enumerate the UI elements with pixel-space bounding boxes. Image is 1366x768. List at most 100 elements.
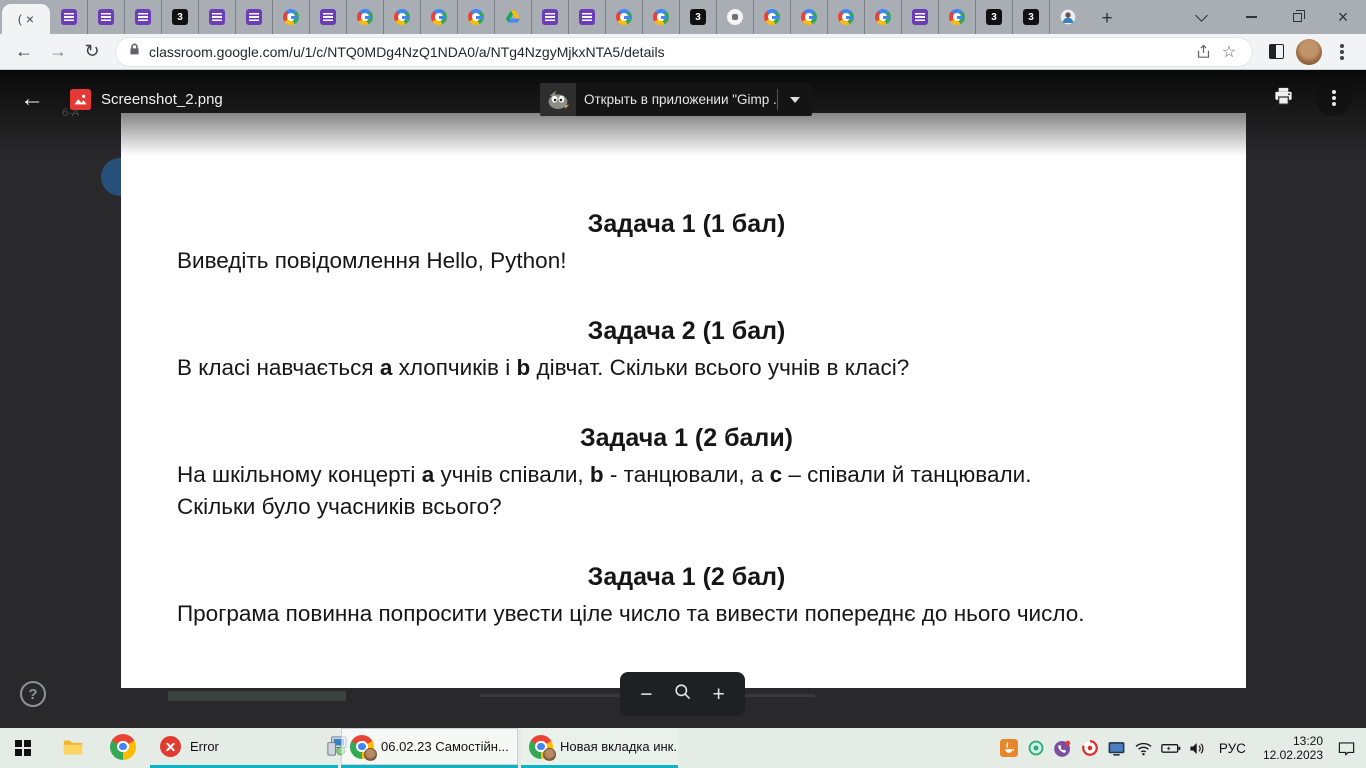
back-arrow-button[interactable]: ←	[20, 87, 44, 111]
profile-avatar[interactable]	[1296, 38, 1322, 65]
task-body: Програма повинна попросити увести ціле ч…	[177, 598, 1196, 630]
close-window-button[interactable]: ×	[1320, 0, 1366, 34]
bookmark-star-icon[interactable]: ☆	[1216, 39, 1242, 65]
help-button[interactable]: ?	[20, 681, 46, 707]
zoom-toolbar: − +	[620, 672, 745, 716]
google-tab-favicon	[283, 9, 299, 25]
browser-tab[interactable]	[457, 0, 494, 34]
language-indicator[interactable]: РУС	[1215, 741, 1250, 756]
side-panel-icon	[1268, 44, 1284, 59]
forward-button[interactable]: →	[44, 38, 72, 66]
share-button[interactable]	[1190, 39, 1216, 65]
browser-toolbar: ← → ↻ classroom.google.com/u/1/c/NTQ0MDg…	[0, 34, 1366, 70]
browser-tab[interactable]	[901, 0, 938, 34]
zoom-in-button[interactable]: +	[712, 684, 724, 705]
browser-tab[interactable]	[568, 0, 605, 34]
browser-tab[interactable]	[124, 0, 161, 34]
battery-icon[interactable]	[1161, 738, 1181, 758]
action-center-button[interactable]	[1336, 738, 1356, 758]
chrome-button[interactable]	[102, 728, 144, 765]
chevron-down-icon	[1194, 8, 1208, 22]
google-tab-favicon	[616, 9, 632, 25]
browser-tab[interactable]: 3	[1012, 0, 1049, 34]
active-tab[interactable]: ( ×	[2, 4, 50, 34]
browser-tab[interactable]	[790, 0, 827, 34]
task-text-run: – співали й танцювали.	[782, 462, 1032, 487]
reload-button[interactable]: ↻	[78, 38, 106, 66]
tab-search-button[interactable]	[1182, 0, 1228, 34]
browser-tab[interactable]	[420, 0, 457, 34]
browser-tab[interactable]	[753, 0, 790, 34]
chrome-window-1-button[interactable]: 06.02.23 Самостійн...	[341, 728, 518, 765]
browser-tab[interactable]	[235, 0, 272, 34]
browser-tab[interactable]	[272, 0, 309, 34]
site-tab-favicon	[727, 9, 743, 25]
close-tab-icon[interactable]: ×	[26, 12, 34, 26]
gimp-app-icon	[540, 83, 576, 116]
pinned-tabs-container: 3 3 3 3	[50, 0, 1086, 34]
antivirus-icon[interactable]	[1026, 738, 1046, 758]
minimize-button[interactable]	[1228, 0, 1274, 34]
chrome-window-2-label: Новая вкладка инк...	[560, 739, 678, 754]
browser-tab[interactable]: 3	[975, 0, 1012, 34]
browser-tab[interactable]	[716, 0, 753, 34]
new-tab-button[interactable]: +	[1092, 4, 1122, 34]
browser-tab[interactable]	[938, 0, 975, 34]
browser-tab[interactable]	[346, 0, 383, 34]
browser-tab[interactable]	[642, 0, 679, 34]
google-tab-favicon	[764, 9, 780, 25]
tray-icons	[999, 738, 1208, 758]
browser-tab[interactable]	[50, 0, 87, 34]
profile-mini-avatar	[364, 747, 377, 761]
print-button[interactable]	[1272, 85, 1295, 113]
back-button[interactable]: ←	[10, 38, 38, 66]
wifi-icon[interactable]	[1134, 738, 1154, 758]
java-icon[interactable]	[999, 738, 1019, 758]
google-tab-favicon	[875, 9, 891, 25]
browser-tab[interactable]: 3	[161, 0, 198, 34]
browser-tab[interactable]: 3	[679, 0, 716, 34]
chrome-window-2-button[interactable]: Новая вкладка инк...	[521, 728, 678, 765]
browser-tab[interactable]	[864, 0, 901, 34]
google-tab-favicon	[949, 9, 965, 25]
close-icon: ×	[1337, 7, 1349, 27]
browser-tab[interactable]	[827, 0, 864, 34]
restore-button[interactable]	[1274, 0, 1320, 34]
task-text-run: дівчат. Скільки всього учнів в класі?	[530, 355, 910, 380]
browser-tab[interactable]	[198, 0, 235, 34]
browser-tab[interactable]	[87, 0, 124, 34]
start-button[interactable]	[0, 728, 46, 768]
task-title: Задача 1 (1 бал)	[587, 210, 786, 238]
system-tray: РУС 13:20 12.02.2023	[999, 728, 1366, 768]
side-panel-button[interactable]	[1262, 38, 1290, 66]
clock[interactable]: 13:20 12.02.2023	[1257, 734, 1329, 762]
minimize-icon	[1245, 16, 1257, 18]
browser-tab[interactable]	[494, 0, 531, 34]
dimmed-background-row	[168, 691, 346, 701]
file-explorer-button[interactable]	[52, 728, 94, 765]
zoom-out-button[interactable]: −	[640, 684, 652, 705]
browser-tab[interactable]	[309, 0, 346, 34]
browser-tab[interactable]	[605, 0, 642, 34]
open-with-dropdown[interactable]	[778, 96, 812, 103]
browser-menu-button[interactable]	[1328, 38, 1356, 66]
error-window-button[interactable]: Error	[150, 728, 318, 765]
display-settings-icon[interactable]	[1107, 738, 1127, 758]
forms-tab-favicon	[912, 9, 928, 25]
numbered-tab-favicon: 3	[986, 9, 1002, 25]
browser-ring-icon[interactable]	[1080, 738, 1100, 758]
browser-tab[interactable]	[531, 0, 568, 34]
volume-icon[interactable]	[1188, 738, 1208, 758]
browser-tab[interactable]	[383, 0, 420, 34]
viewer-menu-button[interactable]	[1315, 79, 1352, 116]
browser-tab[interactable]	[1049, 0, 1086, 34]
open-in-app-button[interactable]: Открыть в приложении "Gimp ...	[540, 83, 812, 116]
address-bar[interactable]: classroom.google.com/u/1/c/NTQ0MDg4NzQ1N…	[116, 37, 1252, 66]
task-text-run: - танцювали, а	[603, 462, 770, 487]
profile-tab-favicon	[1060, 9, 1076, 25]
google-tab-favicon	[431, 9, 447, 25]
numbered-tab-favicon: 3	[172, 9, 188, 25]
task-text-run: a	[379, 355, 393, 380]
viber-icon[interactable]	[1053, 738, 1073, 758]
forms-tab-favicon	[579, 9, 595, 25]
